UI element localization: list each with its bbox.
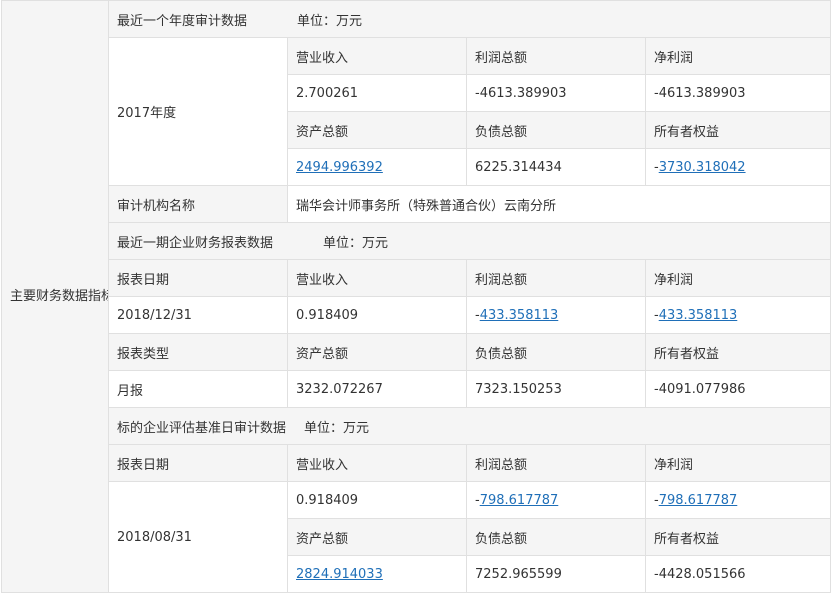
annual-equity-link[interactable]: 3730.318042 <box>659 160 746 175</box>
benchmark-section-header-row: 标的企业评估基准日审计数据 单位：万元 <box>2 407 831 445</box>
latest-total-liabilities: 7323.150253 <box>466 370 646 408</box>
benchmark-total-assets-link[interactable]: 2824.914033 <box>296 567 383 582</box>
annual-headers-row-1: 2017年度 营业收入 利润总额 净利润 <box>2 37 831 186</box>
latest-unit: 单位：万元 <box>323 236 388 251</box>
annual-equity-cell: -3730.318042 <box>644 148 831 186</box>
benchmark-header-revenue: 营业收入 <box>287 444 467 482</box>
latest-total-profit-link[interactable]: 433.358113 <box>480 308 559 323</box>
benchmark-values-row-1: 2018/08/31 0.918409 -798.617787 -798.617… <box>2 481 831 593</box>
main-financial-label: 主要财务数据指标 <box>1 0 109 593</box>
benchmark-header-net-profit: 净利润 <box>644 444 831 482</box>
latest-header-revenue: 营业收入 <box>287 259 467 297</box>
latest-header-total-liabilities: 负债总额 <box>466 333 646 371</box>
benchmark-header-total-assets: 资产总额 <box>287 518 467 556</box>
annual-header-net-profit: 净利润 <box>644 37 831 75</box>
latest-unit-value: 万元 <box>362 235 389 251</box>
benchmark-total-liabilities: 7252.965599 <box>466 555 646 593</box>
annual-section-title-text: 最近一个年度审计数据 <box>117 13 248 29</box>
latest-header-total-profit: 利润总额 <box>466 259 646 297</box>
annual-header-total-liabilities: 负债总额 <box>466 111 646 149</box>
latest-total-assets: 3232.072267 <box>287 370 467 408</box>
benchmark-header-total-liabilities: 负债总额 <box>466 518 646 556</box>
latest-total-profit-cell: -433.358113 <box>466 296 646 334</box>
annual-section-header-row: 主要财务数据指标 最近一个年度审计数据 单位：万元 <box>1 0 831 593</box>
benchmark-date-value: 2018/08/31 <box>108 481 288 593</box>
main-financial-label-text: 主要财务数据指标 <box>10 288 109 304</box>
annual-header-total-assets: 资产总额 <box>287 111 467 149</box>
latest-header-equity: 所有者权益 <box>644 333 831 371</box>
benchmark-total-profit-cell: -798.617787 <box>466 481 646 519</box>
annual-total-assets-link[interactable]: 2494.996392 <box>296 160 383 175</box>
annual-revenue: 2.700261 <box>287 74 467 112</box>
annual-section-title: 最近一个年度审计数据 单位：万元 <box>107 0 831 38</box>
latest-date-label: 报表日期 <box>108 259 288 297</box>
latest-section-title-text: 最近一期企业财务报表数据 <box>117 235 274 251</box>
benchmark-revenue: 0.918409 <box>287 481 467 519</box>
latest-section-title: 最近一期企业财务报表数据 单位：万元 <box>107 222 831 260</box>
benchmark-section-title: 标的企业评估基准日审计数据 单位：万元 <box>107 407 831 445</box>
benchmark-unit-value: 万元 <box>343 420 370 436</box>
annual-total-assets-cell: 2494.996392 <box>287 148 467 186</box>
benchmark-unit-prefix: 单位： <box>304 420 344 436</box>
latest-header-total-assets: 资产总额 <box>287 333 467 371</box>
latest-net-profit-link[interactable]: 433.358113 <box>659 308 738 323</box>
benchmark-header-equity: 所有者权益 <box>644 518 831 556</box>
latest-headers-row-2: 报表类型 资产总额 负债总额 所有者权益 <box>2 333 831 371</box>
latest-date-value: 2018/12/31 <box>108 296 288 334</box>
annual-total-profit: -4613.389903 <box>466 74 646 112</box>
latest-header-net-profit: 净利润 <box>644 259 831 297</box>
annual-period: 2017年度 <box>108 37 288 186</box>
audit-firm-label: 审计机构名称 <box>108 185 288 223</box>
benchmark-net-profit-cell: -798.617787 <box>644 481 831 519</box>
latest-values-row-2: 月报 3232.072267 7323.150253 -4091.077986 <box>2 370 831 408</box>
annual-unit-prefix: 单位： <box>297 13 337 29</box>
benchmark-date-label: 报表日期 <box>108 444 288 482</box>
financial-data-table: 主要财务数据指标 最近一个年度审计数据 单位：万元 2017年度 营业收入 利润总… <box>1 0 831 593</box>
latest-equity: -4091.077986 <box>644 370 831 408</box>
annual-unit-value: 万元 <box>336 13 363 29</box>
annual-unit: 单位：万元 <box>297 14 362 29</box>
annual-net-profit: -4613.389903 <box>644 74 831 112</box>
latest-type-value: 月报 <box>108 370 288 408</box>
latest-unit-prefix: 单位： <box>323 235 363 251</box>
latest-headers-row-1: 报表日期 营业收入 利润总额 净利润 <box>2 259 831 297</box>
latest-values-row-1: 2018/12/31 0.918409 -433.358113 -433.358… <box>2 296 831 334</box>
annual-header-revenue: 营业收入 <box>287 37 467 75</box>
audit-firm-name: 瑞华会计师事务所（特殊普通合伙）云南分所 <box>286 185 831 223</box>
audit-firm-row: 审计机构名称 瑞华会计师事务所（特殊普通合伙）云南分所 <box>2 185 831 223</box>
benchmark-total-assets-cell: 2824.914033 <box>287 555 467 593</box>
latest-type-label: 报表类型 <box>108 333 288 371</box>
benchmark-equity: -4428.051566 <box>644 555 831 593</box>
benchmark-header-total-profit: 利润总额 <box>466 444 646 482</box>
latest-revenue: 0.918409 <box>287 296 467 334</box>
annual-header-equity: 所有者权益 <box>644 111 831 149</box>
benchmark-section-title-text: 标的企业评估基准日审计数据 <box>117 420 287 436</box>
benchmark-unit: 单位：万元 <box>304 421 369 436</box>
annual-total-liabilities: 6225.314434 <box>466 148 646 186</box>
annual-header-total-profit: 利润总额 <box>466 37 646 75</box>
benchmark-total-profit-link[interactable]: 798.617787 <box>480 493 559 508</box>
latest-section-header-row: 最近一期企业财务报表数据 单位：万元 <box>2 222 831 260</box>
benchmark-headers-row-1: 报表日期 营业收入 利润总额 净利润 <box>2 444 831 482</box>
benchmark-net-profit-link[interactable]: 798.617787 <box>659 493 738 508</box>
latest-net-profit-cell: -433.358113 <box>644 296 831 334</box>
